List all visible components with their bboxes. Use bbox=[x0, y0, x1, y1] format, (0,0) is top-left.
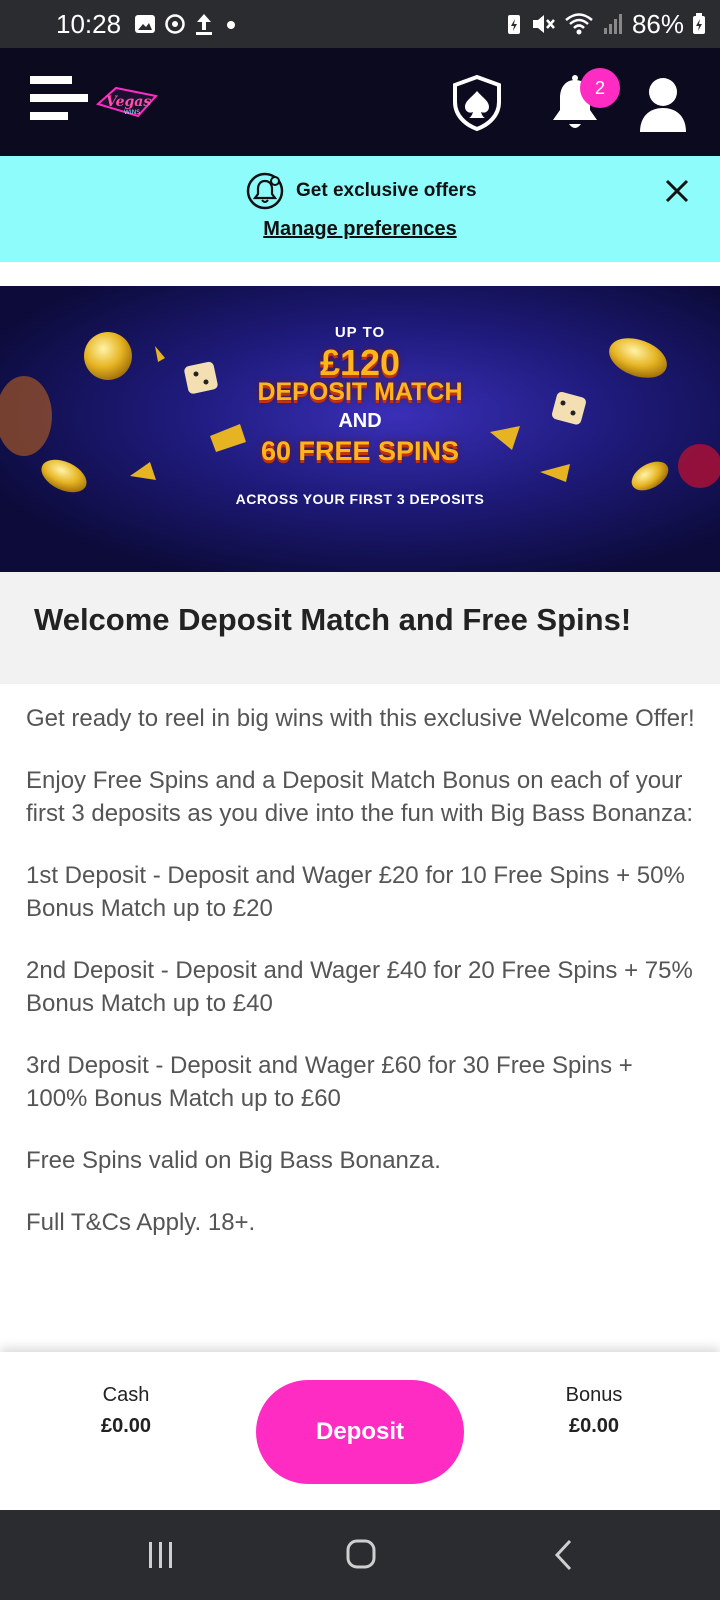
menu-button[interactable] bbox=[30, 76, 88, 126]
paragraph: Get ready to reel in big wins with this … bbox=[26, 705, 695, 732]
deposit-button[interactable]: Deposit bbox=[256, 1380, 464, 1484]
bonus-value: £0.00 bbox=[568, 1415, 620, 1437]
offer-description: Get ready to reel in big wins with this … bbox=[26, 702, 698, 1268]
offers-row: Get exclusive offers bbox=[246, 172, 477, 210]
cash-value: £0.00 bbox=[100, 1415, 152, 1437]
paragraph: Enjoy Free Spins and a Deposit Match Bon… bbox=[26, 767, 694, 827]
title-section: Welcome Deposit Match and Free Spins! bbox=[0, 572, 720, 684]
dot-icon bbox=[227, 21, 235, 29]
battery-icon bbox=[693, 13, 705, 34]
logo[interactable]: Vegas WINS bbox=[95, 82, 158, 122]
home-icon[interactable] bbox=[345, 1538, 377, 1570]
back-icon[interactable] bbox=[552, 1538, 574, 1572]
user-icon bbox=[640, 78, 686, 132]
paragraph: 3rd Deposit - Deposit and Wager £60 for … bbox=[26, 1052, 633, 1112]
status-icons-left bbox=[134, 10, 240, 38]
paragraph: 1st Deposit - Deposit and Wager £20 for … bbox=[26, 862, 685, 922]
gallery-icon bbox=[135, 15, 155, 33]
promo-free-spins: 60 FREE SPINS bbox=[260, 436, 460, 466]
bonus-label: Bonus bbox=[565, 1384, 623, 1406]
responsible-gaming-button[interactable] bbox=[450, 74, 504, 132]
promo-banner[interactable]: UP TO £120 DEPOSIT MATCH AND 60 FREE SPI… bbox=[0, 286, 720, 572]
shield-spade-icon bbox=[453, 74, 501, 132]
upload-icon bbox=[196, 14, 212, 35]
offers-banner: Get exclusive offers Manage preferences bbox=[0, 156, 720, 262]
app-header: Vegas WINS 2 bbox=[0, 48, 720, 156]
status-bar: 10:28 86% bbox=[0, 0, 720, 48]
balance-bar: Cash £0.00 Deposit Bonus £0.00 bbox=[0, 1352, 720, 1510]
logo-text: Vegas bbox=[106, 94, 151, 110]
battery-percent: 86% bbox=[631, 8, 684, 39]
page-title: Welcome Deposit Match and Free Spins! bbox=[34, 602, 632, 637]
battery-saver-icon bbox=[507, 15, 520, 34]
status-icons-right: 86% bbox=[506, 8, 706, 39]
promo-and: AND bbox=[338, 410, 382, 432]
mute-icon bbox=[532, 15, 555, 33]
manage-preferences-link[interactable]: Manage preferences bbox=[0, 218, 720, 241]
logo-subtext: WINS bbox=[124, 109, 140, 116]
promo-deposit-match: DEPOSIT MATCH bbox=[257, 378, 463, 406]
wifi-icon bbox=[565, 13, 593, 35]
bell-settings-icon bbox=[246, 172, 284, 210]
close-icon[interactable] bbox=[664, 178, 690, 204]
offers-text: Get exclusive offers bbox=[296, 180, 477, 201]
promo-subtext: ACROSS YOUR FIRST 3 DEPOSITS bbox=[235, 491, 485, 507]
cash-balance: Cash £0.00 bbox=[46, 1384, 206, 1438]
paragraph: 2nd Deposit - Deposit and Wager £40 for … bbox=[26, 957, 693, 1017]
status-time: 10:28 bbox=[56, 9, 122, 39]
cash-label: Cash bbox=[102, 1384, 150, 1406]
bonus-balance: Bonus £0.00 bbox=[514, 1384, 674, 1438]
account-button[interactable] bbox=[636, 74, 690, 136]
paragraph: Free Spins valid on Big Bass Bonanza. bbox=[26, 1147, 441, 1174]
notification-badge: 2 bbox=[580, 68, 620, 108]
paragraph: Full T&Cs Apply. 18+. bbox=[26, 1209, 256, 1236]
recent-apps-icon[interactable] bbox=[146, 1540, 176, 1570]
signal-icon bbox=[603, 14, 622, 34]
sync-icon bbox=[165, 14, 185, 34]
promo-up-to: UP TO bbox=[334, 324, 386, 341]
system-nav-bar bbox=[0, 1510, 720, 1600]
